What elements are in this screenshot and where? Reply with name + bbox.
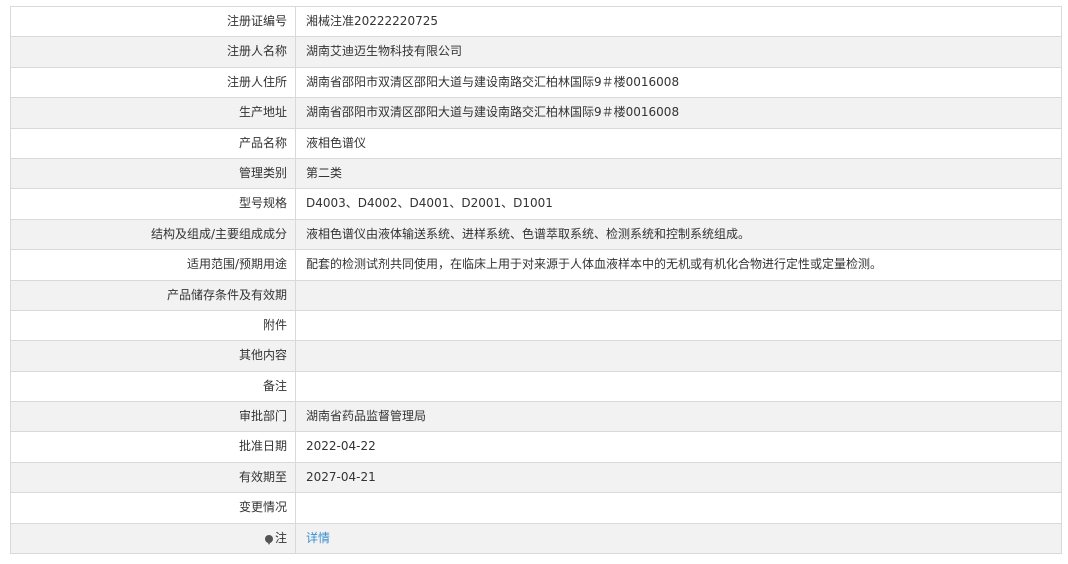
field-value: 湖南省药品监督管理局 — [296, 402, 1062, 432]
field-label: 产品储存条件及有效期 — [11, 280, 296, 310]
table-row: 注册人名称 湖南艾迪迈生物科技有限公司 — [11, 37, 1062, 68]
table-row: 审批部门 湖南省药品监督管理局 — [11, 402, 1062, 433]
table-row: 产品名称 液相色谱仪 — [11, 128, 1062, 159]
table-row: 适用范围/预期用途 配套的检测试剂共同使用，在临床上用于对来源于人体血液样本中的… — [11, 250, 1062, 281]
field-label: 附件 — [11, 310, 296, 341]
field-label: 管理类别 — [11, 158, 296, 189]
table-row: 注册人住所 湖南省邵阳市双清区邵阳大道与建设南路交汇柏林国际9＃楼0016008 — [11, 67, 1062, 99]
table-row: 生产地址 湖南省邵阳市双清区邵阳大道与建设南路交汇柏林国际9＃楼0016008 — [11, 98, 1062, 129]
registration-detail-table: 注册证编号 湘械注准20222220725 注册人名称 湖南艾迪迈生物科技有限公… — [10, 6, 1062, 555]
field-label: 生产地址 — [11, 98, 296, 128]
table-row: 注册证编号 湘械注准20222220725 — [11, 7, 1062, 38]
field-label: 其他内容 — [11, 341, 296, 371]
field-label: 结构及组成/主要组成成分 — [11, 219, 296, 250]
field-value: 湖南艾迪迈生物科技有限公司 — [296, 37, 1062, 67]
field-value: 湘械注准20222220725 — [296, 7, 1062, 37]
field-value: 湖南省邵阳市双清区邵阳大道与建设南路交汇柏林国际9＃楼0016008 — [296, 67, 1062, 98]
field-value: 液相色谱仪 — [296, 128, 1062, 158]
field-value — [296, 371, 1062, 402]
table-row: 管理类别 第二类 — [11, 158, 1062, 190]
table-row: 批准日期 2022-04-22 — [11, 432, 1062, 463]
field-label: 变更情况 — [11, 493, 296, 523]
note-label: 注 — [274, 530, 287, 545]
field-value: 2022-04-22 — [296, 432, 1062, 462]
field-label: 备注 — [11, 371, 296, 402]
table-row: 型号规格 D4003、D4002、D4001、D2001、D1001 — [11, 189, 1062, 220]
field-label: 注册人住所 — [11, 67, 296, 98]
field-value: 湖南省邵阳市双清区邵阳大道与建设南路交汇柏林国际9＃楼0016008 — [296, 98, 1062, 128]
table-row: 附件 — [11, 310, 1062, 342]
field-label: 审批部门 — [11, 402, 296, 432]
field-label: 注册人名称 — [11, 37, 296, 67]
field-label: 产品名称 — [11, 128, 296, 158]
note-row: 注 详情 — [11, 523, 1062, 555]
field-label: 有效期至 — [11, 462, 296, 493]
table-row: 变更情况 — [11, 493, 1062, 524]
table-row: 备注 — [11, 371, 1062, 403]
field-value — [296, 280, 1062, 310]
field-value: 2027-04-21 — [296, 462, 1062, 493]
field-value — [296, 310, 1062, 341]
field-value: 配套的检测试剂共同使用，在临床上用于对来源于人体血液样本中的无机或有机化合物进行… — [296, 250, 1062, 280]
field-value: 液相色谱仪由液体输送系统、进样系统、色谱萃取系统、检测系统和控制系统组成。 — [296, 219, 1062, 250]
field-label: 注册证编号 — [11, 7, 296, 37]
table-row: 产品储存条件及有效期 — [11, 280, 1062, 311]
note-value-cell: 详情 — [296, 523, 1062, 554]
table-row: 其他内容 — [11, 341, 1062, 372]
map-pin-icon — [264, 534, 273, 545]
field-value: 第二类 — [296, 158, 1062, 189]
field-label: 型号规格 — [11, 189, 296, 219]
note-label-cell: 注 — [11, 523, 296, 554]
details-link[interactable]: 详情 — [306, 531, 330, 545]
field-label: 批准日期 — [11, 432, 296, 462]
field-value — [296, 493, 1062, 523]
field-label: 适用范围/预期用途 — [11, 250, 296, 280]
field-value — [296, 341, 1062, 371]
field-value: D4003、D4002、D4001、D2001、D1001 — [296, 189, 1062, 219]
table-row: 结构及组成/主要组成成分 液相色谱仪由液体输送系统、进样系统、色谱萃取系统、检测… — [11, 219, 1062, 251]
table-row: 有效期至 2027-04-21 — [11, 462, 1062, 494]
